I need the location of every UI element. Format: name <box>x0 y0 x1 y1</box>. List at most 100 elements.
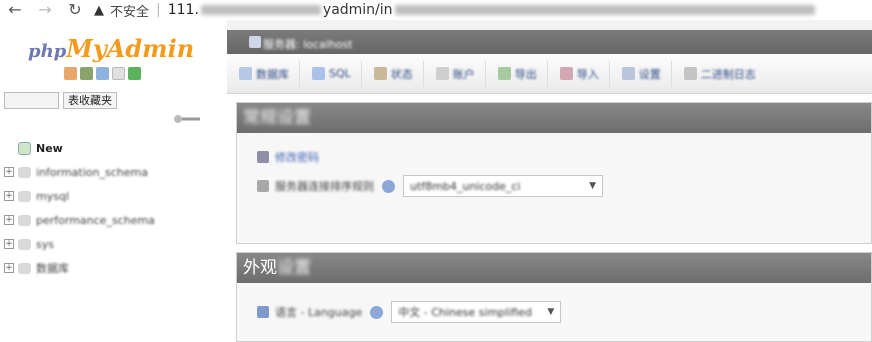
chevron-down-icon: ▼ <box>547 307 555 317</box>
tab-label: 导入 <box>576 67 599 81</box>
phpmyadmin-logo[interactable]: phpMyAdmin <box>28 34 194 63</box>
database-icon <box>18 214 31 226</box>
language-row: 语言 - Language 中文 - Chinese simplified ▼ <box>257 301 562 323</box>
tab-label: 二进制日志 <box>700 67 756 81</box>
recent-tables-button[interactable] <box>4 92 59 109</box>
logout-icon[interactable] <box>80 67 93 80</box>
tab-label: SQL <box>329 67 351 80</box>
top-strip <box>227 20 872 30</box>
tree-item-db[interactable]: + mysql <box>4 184 155 208</box>
forward-button[interactable]: → <box>30 0 60 20</box>
address-bar[interactable]: ▲ 不安全 | 111. yadmin/in <box>94 0 872 20</box>
tree-item-db[interactable]: + sys <box>4 232 155 256</box>
tree-item-label: New <box>36 141 63 155</box>
database-icon <box>18 166 31 178</box>
home-icon[interactable] <box>64 67 77 80</box>
collation-label: 服务器连接排序规则 <box>275 180 374 193</box>
favorite-tables-button[interactable]: 表收藏夹 <box>63 92 117 109</box>
tree-item-label: sys <box>36 237 54 251</box>
language-value: 中文 - Chinese simplified <box>398 306 532 319</box>
sql-icon <box>312 67 325 80</box>
expand-icon[interactable]: + <box>4 167 14 177</box>
warning-icon: ▲ <box>94 2 104 18</box>
tree-item-db[interactable]: + 数据库 <box>4 256 155 280</box>
browser-toolbar: ← → ↻ ▲ 不安全 | 111. yadmin/in <box>0 0 872 20</box>
tab-label: 数据库 <box>256 67 289 81</box>
insecure-label: 不安全 <box>110 4 150 20</box>
tree-item-label: information_schema <box>36 165 148 179</box>
url-path: yadmin/in <box>322 2 393 18</box>
change-password-row: 修改密码 <box>257 149 319 165</box>
tab-databases[interactable]: 数据库 <box>239 60 300 87</box>
tab-binary-log[interactable]: 二进制日志 <box>683 61 766 87</box>
tab-import[interactable]: 导入 <box>559 60 610 87</box>
link-chain-icon[interactable] <box>170 114 204 124</box>
panel-title-text: 常规设置 <box>243 108 311 128</box>
server-breadcrumb-bar: 服务器: localhost <box>227 30 872 54</box>
language-select[interactable]: 中文 - Chinese simplified ▼ <box>391 301 562 323</box>
expand-icon[interactable]: + <box>4 191 14 201</box>
tab-status[interactable]: 状态 <box>373 60 424 87</box>
language-label: 语言 - Language <box>275 306 363 319</box>
reload-icon: ↻ <box>68 0 82 19</box>
database-icon <box>18 262 31 274</box>
appearance-settings-panel: 外观设置 语言 - Language 中文 - Chinese simplifi… <box>236 252 872 342</box>
help-icon[interactable] <box>370 305 384 319</box>
sidebar-tabs: 表收藏夹 <box>4 92 117 109</box>
general-settings-panel: 常规设置 修改密码 服务器连接排序规则 utf8mb4_unicode_ci ▼ <box>236 102 872 244</box>
key-icon <box>257 151 269 163</box>
import-icon <box>559 67 573 80</box>
tree-item-label: 数据库 <box>36 262 69 275</box>
tab-label: 导出 <box>514 67 537 81</box>
top-menu-tabs: 数据库 SQL 状态 账户 导出 导入 设置 二进制日志 <box>227 54 872 94</box>
collation-select[interactable]: utf8mb4_unicode_ci ▼ <box>403 175 603 197</box>
expand-icon[interactable]: + <box>4 239 14 249</box>
back-button[interactable]: ← <box>0 0 30 20</box>
tab-label: 账户 <box>452 67 475 81</box>
tab-label: 设置 <box>638 67 661 81</box>
url-redacted <box>394 5 815 15</box>
tree-item-db[interactable]: + performance_schema <box>4 208 155 232</box>
server-icon <box>249 36 261 48</box>
expand-icon[interactable]: + <box>4 263 14 273</box>
collation-row: 服务器连接排序规则 utf8mb4_unicode_ci ▼ <box>257 175 603 197</box>
navigation-panel: phpMyAdmin 表收藏夹 New + information_schema… <box>0 20 227 333</box>
panel-title: 外观设置 <box>237 253 871 283</box>
forward-arrow-icon: → <box>38 0 52 19</box>
sidebar-toolbar <box>64 67 141 80</box>
settings-icon[interactable] <box>128 67 141 80</box>
panel-title-text-blurred: 设置 <box>277 258 311 278</box>
wrench-icon <box>621 67 635 80</box>
chevron-down-icon: ▼ <box>589 181 596 191</box>
docs-icon[interactable] <box>112 67 125 80</box>
change-password-link[interactable]: 修改密码 <box>275 149 319 165</box>
tab-export[interactable]: 导出 <box>497 60 548 87</box>
database-icon <box>239 67 252 80</box>
binary-log-icon <box>683 67 697 80</box>
tab-sql[interactable]: SQL <box>312 60 362 87</box>
tab-settings[interactable]: 设置 <box>621 60 672 87</box>
back-arrow-icon: ← <box>8 0 22 19</box>
url-divider: | <box>156 2 161 18</box>
tab-accounts[interactable]: 账户 <box>435 60 486 87</box>
url-redacted <box>200 5 321 15</box>
tree-item-db[interactable]: + information_schema <box>4 160 155 184</box>
tree-item-label: mysql <box>36 189 69 203</box>
breadcrumb[interactable]: 服务器: localhost <box>263 36 353 52</box>
language-icon <box>257 306 269 318</box>
tree-item-label: performance_schema <box>36 213 155 227</box>
new-database-icon <box>18 141 31 155</box>
collation-value: utf8mb4_unicode_ci <box>410 179 521 193</box>
accounts-icon <box>435 67 449 80</box>
reload-button[interactable]: ↻ <box>60 0 90 20</box>
status-icon <box>373 67 387 80</box>
sql-query-icon[interactable] <box>96 67 109 80</box>
export-icon <box>497 67 511 80</box>
main-content: 服务器: localhost 数据库 SQL 状态 账户 导出 导入 设置 二进… <box>227 20 872 342</box>
expand-icon[interactable]: + <box>4 215 14 225</box>
collation-icon <box>257 180 269 192</box>
help-icon[interactable] <box>382 179 395 193</box>
logo-myadmin-text: MyAdmin <box>66 34 195 63</box>
database-icon <box>18 238 31 250</box>
tree-item-new[interactable]: New <box>4 136 155 160</box>
